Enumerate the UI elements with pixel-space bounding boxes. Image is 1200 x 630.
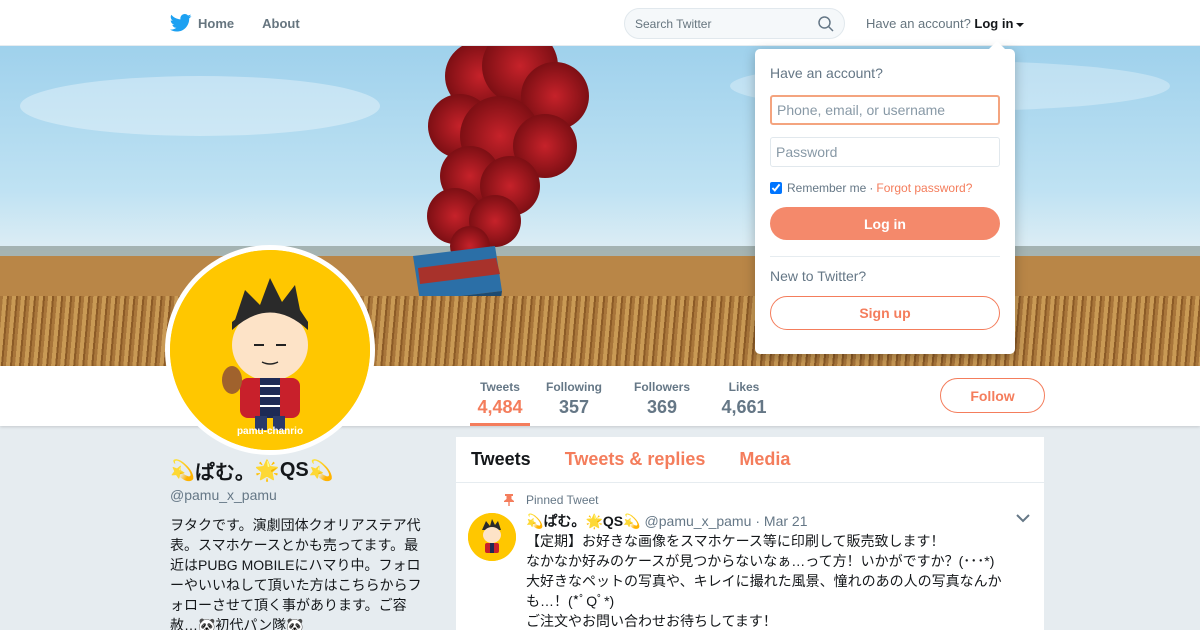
login-toggle-label: Log in — [974, 16, 1014, 31]
stat-value: 4,661 — [721, 397, 767, 417]
sparkle-icon: 💫 — [170, 460, 195, 482]
caret-down-icon — [1016, 22, 1025, 27]
avatar-image: pamu-chanrio — [170, 250, 370, 450]
profile-handle[interactable]: @pamu_x_pamu — [170, 487, 432, 503]
nav-about[interactable]: About — [262, 16, 300, 31]
display-name[interactable]: 💫 ぱむ。 🌟 QS 💫 — [170, 456, 432, 485]
tweet-line: 【定期】お好きな画像をスマホケース等に印刷して販売致します！ — [526, 533, 945, 549]
tweet-avatar-illustration — [468, 513, 516, 561]
dropdown-title: Have an account? — [770, 65, 883, 81]
tweet-line: 大好きなペットの写真や、キレイに撮れた風景、憧れのあの人の写真なんかも…！(*ﾟ… — [526, 573, 1002, 609]
tweet-line: なかなか好みのケースが見つからないなぁ…って方！いかがですか？(･･･*) — [526, 553, 995, 569]
nav-home[interactable]: Home — [170, 14, 234, 32]
stat-value: 357 — [558, 397, 590, 417]
remember-label: Remember me — [787, 181, 867, 195]
avatar-illustration: pamu-chanrio — [170, 250, 370, 450]
login-dropdown: Have an account? Remember me · Forgot pa… — [755, 41, 1015, 354]
avatar-caption: pamu-chanrio — [237, 426, 303, 437]
pin-icon — [504, 494, 514, 506]
tab-media[interactable]: Media — [739, 449, 790, 470]
stat-label: Likes — [728, 380, 760, 394]
display-name-suffix: QS — [279, 459, 309, 481]
nav-about-label: About — [262, 15, 300, 31]
sparkle-icon: 💫 — [623, 512, 641, 529]
login-button[interactable]: Log in — [770, 207, 1000, 240]
pinned-indicator: Pinned Tweet — [504, 491, 1029, 509]
tweet-author-text: ぱむ。 — [543, 513, 586, 529]
tweet-author-suffix: QS — [602, 513, 624, 529]
profile-info: 💫 ぱむ。 🌟 QS 💫 @pamu_x_pamu ヲタクです。演劇団体クオリア… — [170, 456, 432, 630]
follow-button[interactable]: Follow — [940, 378, 1045, 413]
timeline-tabs: Tweets Tweets & replies Media — [456, 437, 1044, 483]
stat-label: Tweets — [480, 380, 520, 394]
username-input[interactable] — [770, 95, 1000, 125]
profile-avatar[interactable]: pamu-chanrio — [165, 245, 375, 455]
chevron-down-icon[interactable] — [1016, 513, 1030, 523]
signup-button[interactable]: Sign up — [770, 296, 1000, 330]
stat-likes[interactable]: Likes 4,661 — [714, 380, 774, 418]
have-account-text: Have an account? — [866, 16, 971, 31]
profile-bio: ヲタクです。演劇団体クオリアステア代表。スマホケースとかも売ってます。最近はPU… — [170, 517, 422, 630]
pinned-tweet[interactable]: Pinned Tweet 💫 ぱむ。 🌟 QS 💫 @pamu_x_pamu ·… — [456, 483, 1044, 630]
star-icon: 🌟 — [254, 460, 280, 482]
forgot-password-link[interactable]: Forgot password? — [876, 181, 972, 195]
login-toggle[interactable]: Log in — [974, 16, 1025, 31]
search-input[interactable] — [635, 16, 818, 31]
new-to-twitter: New to Twitter? — [770, 268, 867, 284]
remember-row: Remember me · Forgot password? — [770, 181, 1000, 195]
stat-followers[interactable]: Followers 369 — [632, 380, 692, 418]
separator: · — [869, 181, 874, 195]
stat-label: Following — [546, 380, 602, 394]
top-nav: Home About Have an account? Log in — [0, 0, 1200, 46]
nav-left: Home About — [170, 0, 328, 46]
tweet-avatar[interactable] — [468, 513, 516, 561]
stat-value: 4,484 — [477, 397, 523, 417]
nav-home-label: Home — [198, 15, 235, 31]
tweet-text: 【定期】お好きな画像をスマホケース等に印刷して販売致します！ なかなか好みのケー… — [526, 531, 1016, 630]
star-icon: 🌟 — [585, 512, 603, 529]
search-icon[interactable] — [818, 15, 834, 32]
sparkle-icon: 💫 — [526, 512, 544, 529]
stat-label: Followers — [633, 380, 690, 394]
tweet-handle[interactable]: @pamu_x_pamu — [645, 513, 752, 529]
divider — [770, 256, 1000, 257]
tab-tweets[interactable]: Tweets — [471, 449, 531, 470]
stat-tweets[interactable]: Tweets 4,484 — [470, 380, 530, 426]
remember-checkbox[interactable] — [770, 182, 782, 194]
twitter-bird-icon — [170, 14, 192, 32]
pinned-label: Pinned Tweet — [526, 493, 599, 507]
search-box — [624, 8, 845, 39]
stat-following[interactable]: Following 357 — [544, 380, 604, 418]
tweet-header: 💫 ぱむ。 🌟 QS 💫 @pamu_x_pamu · Mar 21 — [526, 511, 1029, 531]
tweet-date[interactable]: · Mar 21 — [755, 513, 807, 529]
tweet-line: ご注文やお問い合わせお待ちしてます！ — [526, 613, 777, 629]
password-input[interactable] — [770, 137, 1000, 167]
have-account: Have an account? Log in — [866, 16, 1025, 31]
tweet-author-name[interactable]: 💫 ぱむ。 🌟 QS 💫 — [526, 511, 641, 531]
stat-value: 369 — [646, 397, 678, 417]
sparkle-icon: 💫 — [308, 460, 334, 482]
tab-tweets-replies[interactable]: Tweets & replies — [565, 449, 706, 470]
timeline: Tweets Tweets & replies Media Pinned Twe… — [456, 437, 1044, 630]
display-name-text: ぱむ。 — [194, 462, 255, 484]
